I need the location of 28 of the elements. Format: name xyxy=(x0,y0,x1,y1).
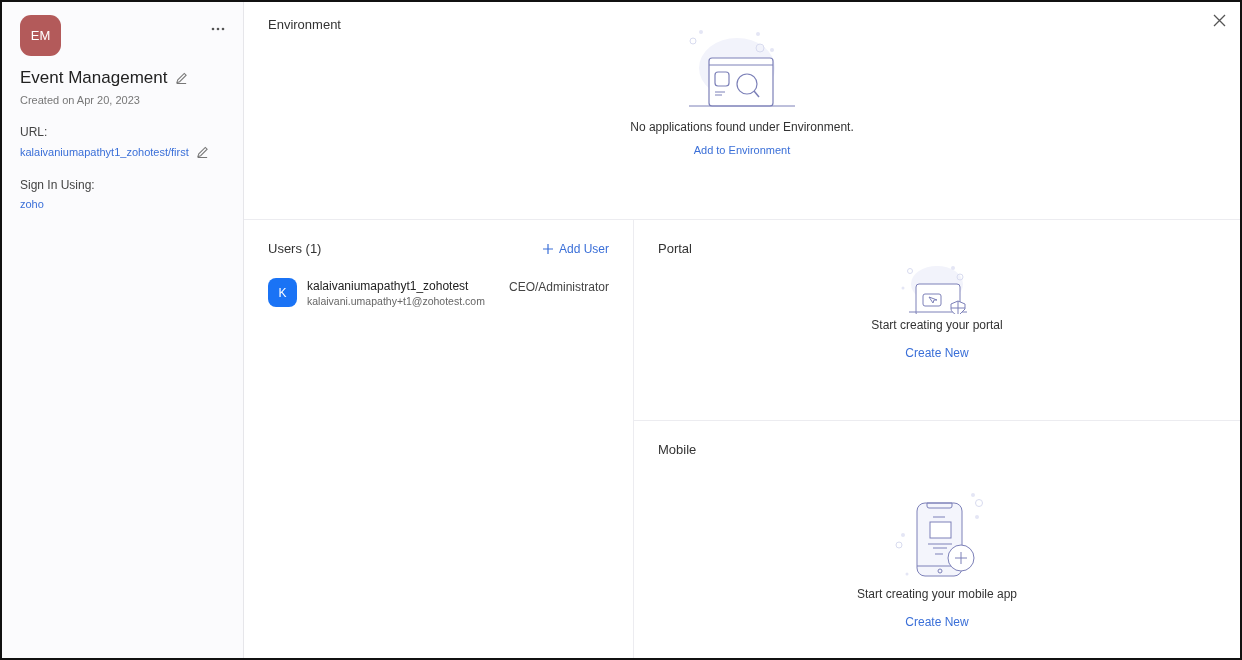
create-new-link[interactable]: Create New xyxy=(905,346,969,360)
section-title: Users (1) xyxy=(268,241,322,256)
user-email: kalaivani.umapathy+t1@zohotest.com xyxy=(307,294,486,307)
empty-message: No applications found under Environment. xyxy=(630,120,854,134)
app-name: Event Management xyxy=(20,68,168,88)
empty-message: Start creating your portal xyxy=(871,318,1003,332)
section-title: Mobile xyxy=(658,442,697,457)
sign-in-label: Sign In Using: xyxy=(20,178,96,192)
add-to-environment-link[interactable]: Add to Environment xyxy=(693,144,791,156)
user-avatar: K xyxy=(268,278,297,307)
more-icon xyxy=(211,27,225,31)
more-options-button[interactable] xyxy=(211,27,225,31)
user-role: CEO/Administrator xyxy=(508,280,609,294)
created-date: Created on Apr 20, 2023 xyxy=(20,94,141,106)
close-icon[interactable] xyxy=(1213,14,1226,27)
sign-in-link[interactable]: zoho xyxy=(20,198,44,210)
section-title: Portal xyxy=(658,241,692,256)
section-title: Environment xyxy=(268,17,341,32)
empty-message: Start creating your mobile app xyxy=(856,587,1018,601)
edit-icon[interactable] xyxy=(175,71,189,85)
app-avatar: EM xyxy=(20,15,61,56)
add-user-button[interactable]: Add User xyxy=(542,241,609,256)
edit-icon[interactable] xyxy=(195,145,209,159)
plus-icon xyxy=(542,243,553,254)
url-link[interactable]: kalaivaniumapathyt1_zohotest/first xyxy=(20,146,189,158)
url-label: URL: xyxy=(20,125,49,139)
create-new-link[interactable]: Create New xyxy=(905,615,969,629)
user-name: kalaivaniumapathyt1_zohotest xyxy=(307,278,470,293)
